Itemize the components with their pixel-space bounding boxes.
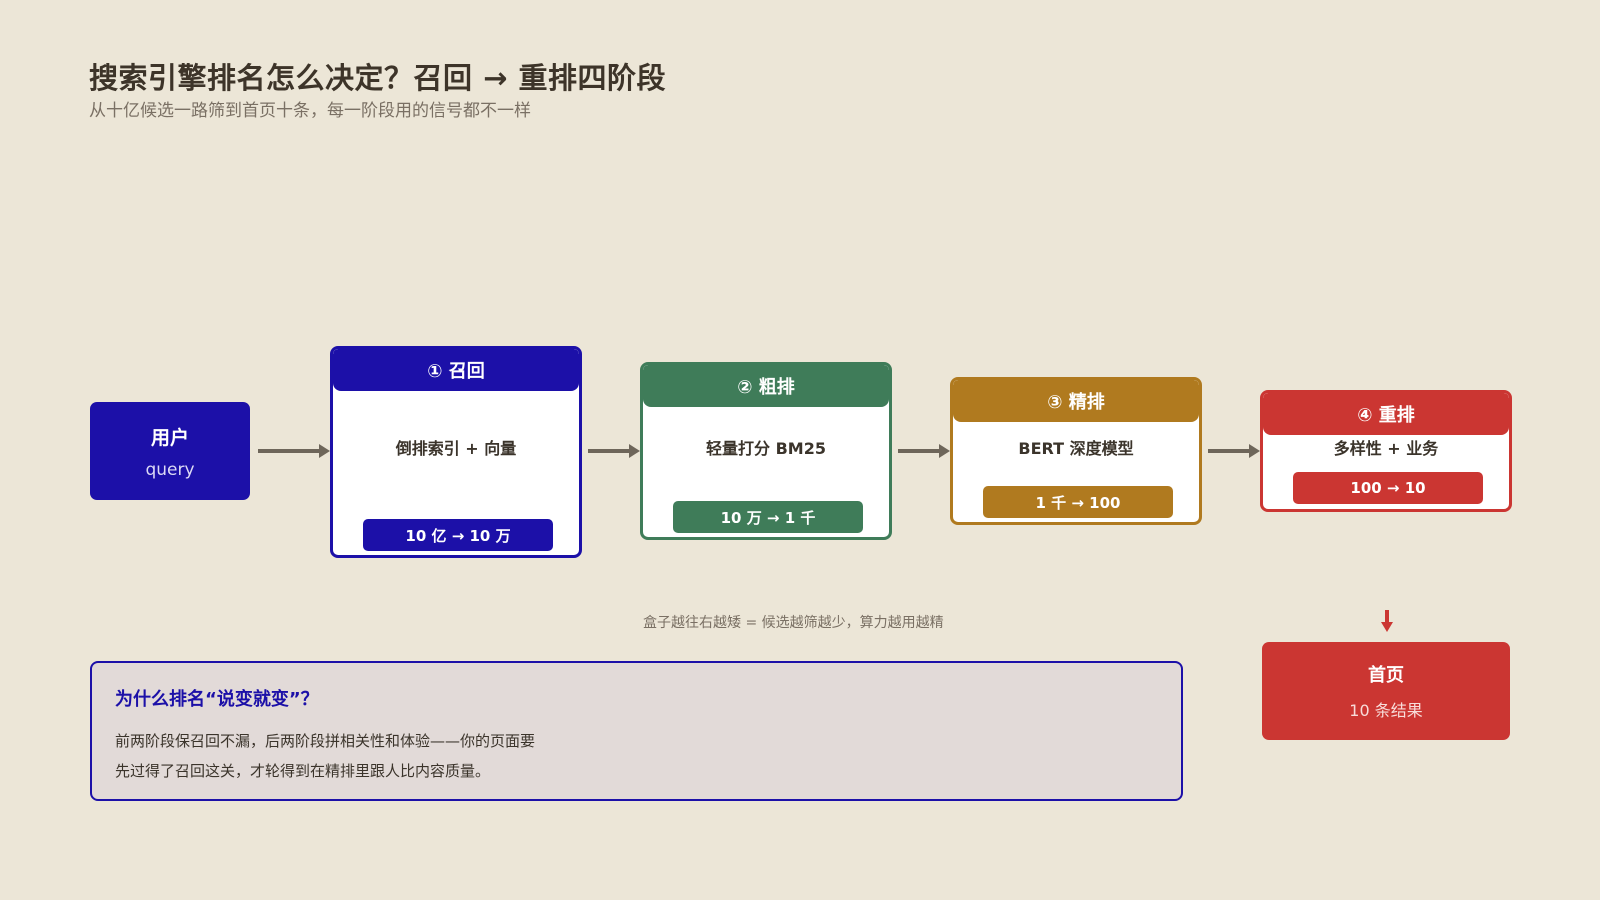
stage-rerank-desc: 多样性 + 业务 <box>1333 439 1439 458</box>
page-title: 搜索引擎排名怎么决定？召回 → 重排四阶段 <box>89 61 666 95</box>
arrow-rerank-to-result <box>1381 610 1393 634</box>
explanation-title: 为什么排名“说变就变”？ <box>115 689 319 710</box>
arrow-coarse-to-fine <box>898 444 950 458</box>
stage-fine-count: 1 千 → 100 <box>983 486 1173 518</box>
stage-rerank-title: ④ 重排 <box>1263 393 1509 435</box>
stage-recall-title: ① 召回 <box>333 349 579 391</box>
page-subtitle: 从十亿候选一路筛到首页十条，每一阶段用的信号都不一样 <box>89 101 531 121</box>
stage-coarse-title: ② 粗排 <box>643 365 889 407</box>
stage-fine-desc: BERT 深度模型 <box>1018 439 1134 458</box>
arrow-fine-to-rerank <box>1208 444 1260 458</box>
user-label: 用户 <box>150 426 189 449</box>
result-label: 首页 <box>1368 665 1404 686</box>
explanation-box: 为什么排名“说变就变”？ 前两阶段保召回不漏，后两阶段拼相关性和体验——你的页面… <box>90 661 1183 801</box>
result-sub-label: 10 条结果 <box>1349 701 1423 720</box>
stage-coarse-rank: ② 粗排 轻量打分 BM25 10 万 → 1 千 <box>640 362 892 540</box>
user-sub-label: query <box>145 459 195 480</box>
stage-coarse-count: 10 万 → 1 千 <box>673 501 863 533</box>
stage-fine-rank: ③ 精排 BERT 深度模型 1 千 → 100 <box>950 377 1202 525</box>
user-query-node: 用户 query <box>90 402 250 500</box>
stage-recall-desc: 倒排索引 + 向量 <box>395 439 517 458</box>
stage-recall: ① 召回 倒排索引 + 向量 10 亿 → 10 万 <box>330 346 582 558</box>
stage-recall-count: 10 亿 → 10 万 <box>363 519 553 551</box>
explanation-line-2: 先过得了召回这关，才轮得到在精排里跟人比内容质量。 <box>115 762 491 780</box>
stage-rerank-count: 100 → 10 <box>1293 472 1483 504</box>
diagram-note: 盒子越往右越矮 = 候选越筛越少，算力越用越精 <box>643 615 944 631</box>
explanation-line-1: 前两阶段保召回不漏，后两阶段拼相关性和体验——你的页面要 <box>115 732 536 750</box>
arrow-recall-to-coarse <box>588 444 640 458</box>
stage-coarse-desc: 轻量打分 BM25 <box>706 439 826 458</box>
result-node: 首页 10 条结果 <box>1262 642 1510 740</box>
arrow-user-to-recall <box>258 444 330 458</box>
stage-fine-title: ③ 精排 <box>953 380 1199 422</box>
stage-rerank: ④ 重排 多样性 + 业务 100 → 10 <box>1260 390 1512 512</box>
